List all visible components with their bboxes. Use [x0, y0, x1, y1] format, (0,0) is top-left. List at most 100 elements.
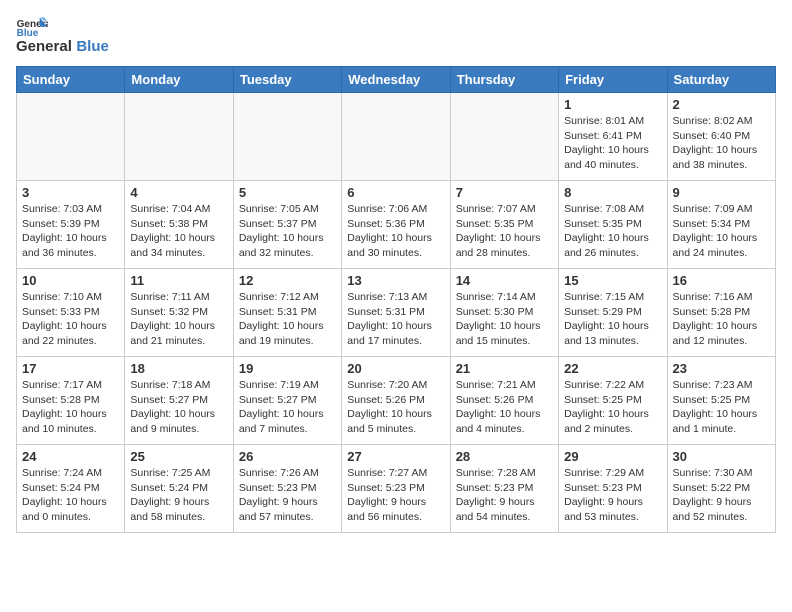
day-info: Sunrise: 7:16 AM Sunset: 5:28 PM Dayligh… — [673, 290, 770, 349]
calendar-cell-5-3: 26 Sunrise: 7:26 AM Sunset: 5:23 PM Dayli… — [233, 445, 341, 533]
day-info: Sunrise: 7:10 AM Sunset: 5:33 PM Dayligh… — [22, 290, 119, 349]
calendar-cell-3-1: 10 Sunrise: 7:10 AM Sunset: 5:33 PM Dayli… — [17, 269, 125, 357]
weekday-header-friday: Friday — [559, 67, 667, 93]
calendar-cell-5-7: 30 Sunrise: 7:30 AM Sunset: 5:22 PM Dayli… — [667, 445, 775, 533]
day-number: 30 — [673, 449, 770, 464]
day-info: Sunrise: 7:28 AM Sunset: 5:23 PM Dayligh… — [456, 466, 553, 525]
day-info: Sunrise: 7:22 AM Sunset: 5:25 PM Dayligh… — [564, 378, 661, 437]
day-info: Sunrise: 7:03 AM Sunset: 5:39 PM Dayligh… — [22, 202, 119, 261]
day-info: Sunrise: 7:05 AM Sunset: 5:37 PM Dayligh… — [239, 202, 336, 261]
calendar-cell-2-7: 9 Sunrise: 7:09 AM Sunset: 5:34 PM Daylig… — [667, 181, 775, 269]
calendar-cell-3-6: 15 Sunrise: 7:15 AM Sunset: 5:29 PM Dayli… — [559, 269, 667, 357]
day-number: 11 — [130, 273, 227, 288]
day-info: Sunrise: 7:14 AM Sunset: 5:30 PM Dayligh… — [456, 290, 553, 349]
day-info: Sunrise: 7:30 AM Sunset: 5:22 PM Dayligh… — [673, 466, 770, 525]
calendar-cell-5-6: 29 Sunrise: 7:29 AM Sunset: 5:23 PM Dayli… — [559, 445, 667, 533]
day-number: 10 — [22, 273, 119, 288]
calendar-cell-2-1: 3 Sunrise: 7:03 AM Sunset: 5:39 PM Daylig… — [17, 181, 125, 269]
day-number: 25 — [130, 449, 227, 464]
calendar-cell-1-1 — [17, 93, 125, 181]
day-number: 8 — [564, 185, 661, 200]
weekday-header-row: SundayMondayTuesdayWednesdayThursdayFrid… — [17, 67, 776, 93]
calendar-week-1: 1Sunrise: 8:01 AM Sunset: 6:41 PM Daylig… — [17, 93, 776, 181]
day-number: 27 — [347, 449, 444, 464]
calendar-cell-2-6: 8 Sunrise: 7:08 AM Sunset: 5:35 PM Daylig… — [559, 181, 667, 269]
calendar-cell-3-7: 16 Sunrise: 7:16 AM Sunset: 5:28 PM Dayli… — [667, 269, 775, 357]
svg-text:Blue: Blue — [17, 28, 39, 36]
day-number: 29 — [564, 449, 661, 464]
calendar-cell-4-4: 20Sunrise: 7:20 AM Sunset: 5:26 PM Dayli… — [342, 357, 450, 445]
logo-icon: General Blue — [16, 16, 48, 36]
day-info: Sunrise: 7:18 AM Sunset: 5:27 PM Dayligh… — [130, 378, 227, 437]
day-number: 14 — [456, 273, 553, 288]
day-number: 9 — [673, 185, 770, 200]
day-number: 18 — [130, 361, 227, 376]
day-number: 7 — [456, 185, 553, 200]
calendar-cell-1-7: 2 Sunrise: 8:02 AM Sunset: 6:40 PM Daylig… — [667, 93, 775, 181]
day-info: Sunrise: 8:01 AM Sunset: 6:41 PM Dayligh… — [564, 114, 661, 173]
logo-blue-text: Blue — [76, 38, 109, 55]
day-number: 2 — [673, 97, 770, 112]
calendar-cell-2-5: 7 Sunrise: 7:07 AM Sunset: 5:35 PM Daylig… — [450, 181, 558, 269]
day-number: 24 — [22, 449, 119, 464]
calendar-cell-5-2: 25 Sunrise: 7:25 AM Sunset: 5:24 PM Dayli… — [125, 445, 233, 533]
calendar-week-5: 24 Sunrise: 7:24 AM Sunset: 5:24 PM Dayli… — [17, 445, 776, 533]
calendar-cell-1-2 — [125, 93, 233, 181]
calendar-cell-3-3: 12Sunrise: 7:12 AM Sunset: 5:31 PM Dayli… — [233, 269, 341, 357]
day-number: 15 — [564, 273, 661, 288]
day-number: 3 — [22, 185, 119, 200]
day-info: Sunrise: 7:08 AM Sunset: 5:35 PM Dayligh… — [564, 202, 661, 261]
calendar-week-2: 3 Sunrise: 7:03 AM Sunset: 5:39 PM Daylig… — [17, 181, 776, 269]
calendar-cell-2-3: 5 Sunrise: 7:05 AM Sunset: 5:37 PM Daylig… — [233, 181, 341, 269]
day-number: 28 — [456, 449, 553, 464]
day-info: Sunrise: 7:29 AM Sunset: 5:23 PM Dayligh… — [564, 466, 661, 525]
day-info: Sunrise: 7:09 AM Sunset: 5:34 PM Dayligh… — [673, 202, 770, 261]
day-number: 19 — [239, 361, 336, 376]
calendar-cell-4-2: 18 Sunrise: 7:18 AM Sunset: 5:27 PM Dayli… — [125, 357, 233, 445]
calendar-cell-5-4: 27 Sunrise: 7:27 AM Sunset: 5:23 PM Dayli… — [342, 445, 450, 533]
day-info: Sunrise: 7:12 AM Sunset: 5:31 PM Dayligh… — [239, 290, 336, 349]
calendar-cell-4-3: 19 Sunrise: 7:19 AM Sunset: 5:27 PM Dayli… — [233, 357, 341, 445]
day-number: 16 — [673, 273, 770, 288]
day-info: Sunrise: 7:23 AM Sunset: 5:25 PM Dayligh… — [673, 378, 770, 437]
calendar-cell-4-1: 17 Sunrise: 7:17 AM Sunset: 5:28 PM Dayli… — [17, 357, 125, 445]
calendar-cell-2-2: 4Sunrise: 7:04 AM Sunset: 5:38 PM Daylig… — [125, 181, 233, 269]
calendar-cell-2-4: 6Sunrise: 7:06 AM Sunset: 5:36 PM Daylig… — [342, 181, 450, 269]
day-info: Sunrise: 7:13 AM Sunset: 5:31 PM Dayligh… — [347, 290, 444, 349]
day-number: 5 — [239, 185, 336, 200]
calendar-cell-4-5: 21Sunrise: 7:21 AM Sunset: 5:26 PM Dayli… — [450, 357, 558, 445]
day-info: Sunrise: 8:02 AM Sunset: 6:40 PM Dayligh… — [673, 114, 770, 173]
calendar-cell-1-6: 1Sunrise: 8:01 AM Sunset: 6:41 PM Daylig… — [559, 93, 667, 181]
day-number: 17 — [22, 361, 119, 376]
calendar-table: SundayMondayTuesdayWednesdayThursdayFrid… — [16, 66, 776, 533]
day-info: Sunrise: 7:21 AM Sunset: 5:26 PM Dayligh… — [456, 378, 553, 437]
day-info: Sunrise: 7:17 AM Sunset: 5:28 PM Dayligh… — [22, 378, 119, 437]
weekday-header-saturday: Saturday — [667, 67, 775, 93]
calendar-cell-3-2: 11Sunrise: 7:11 AM Sunset: 5:32 PM Dayli… — [125, 269, 233, 357]
weekday-header-tuesday: Tuesday — [233, 67, 341, 93]
calendar-cell-5-5: 28 Sunrise: 7:28 AM Sunset: 5:23 PM Dayli… — [450, 445, 558, 533]
day-info: Sunrise: 7:19 AM Sunset: 5:27 PM Dayligh… — [239, 378, 336, 437]
calendar-cell-3-5: 14 Sunrise: 7:14 AM Sunset: 5:30 PM Dayli… — [450, 269, 558, 357]
calendar-week-4: 17 Sunrise: 7:17 AM Sunset: 5:28 PM Dayli… — [17, 357, 776, 445]
calendar-cell-1-3 — [233, 93, 341, 181]
page-header: General Blue General Blue — [16, 16, 776, 56]
calendar-week-3: 10 Sunrise: 7:10 AM Sunset: 5:33 PM Dayli… — [17, 269, 776, 357]
day-number: 26 — [239, 449, 336, 464]
day-info: Sunrise: 7:27 AM Sunset: 5:23 PM Dayligh… — [347, 466, 444, 525]
calendar-cell-5-1: 24 Sunrise: 7:24 AM Sunset: 5:24 PM Dayli… — [17, 445, 125, 533]
calendar-cell-4-7: 23 Sunrise: 7:23 AM Sunset: 5:25 PM Dayli… — [667, 357, 775, 445]
day-info: Sunrise: 7:04 AM Sunset: 5:38 PM Dayligh… — [130, 202, 227, 261]
weekday-header-wednesday: Wednesday — [342, 67, 450, 93]
day-info: Sunrise: 7:24 AM Sunset: 5:24 PM Dayligh… — [22, 466, 119, 525]
day-info: Sunrise: 7:15 AM Sunset: 5:29 PM Dayligh… — [564, 290, 661, 349]
day-number: 13 — [347, 273, 444, 288]
calendar-cell-1-4 — [342, 93, 450, 181]
day-info: Sunrise: 7:25 AM Sunset: 5:24 PM Dayligh… — [130, 466, 227, 525]
calendar-cell-1-5 — [450, 93, 558, 181]
logo-general-text: General — [16, 38, 72, 55]
day-info: Sunrise: 7:26 AM Sunset: 5:23 PM Dayligh… — [239, 466, 336, 525]
day-number: 23 — [673, 361, 770, 376]
day-info: Sunrise: 7:07 AM Sunset: 5:35 PM Dayligh… — [456, 202, 553, 261]
day-info: Sunrise: 7:20 AM Sunset: 5:26 PM Dayligh… — [347, 378, 444, 437]
